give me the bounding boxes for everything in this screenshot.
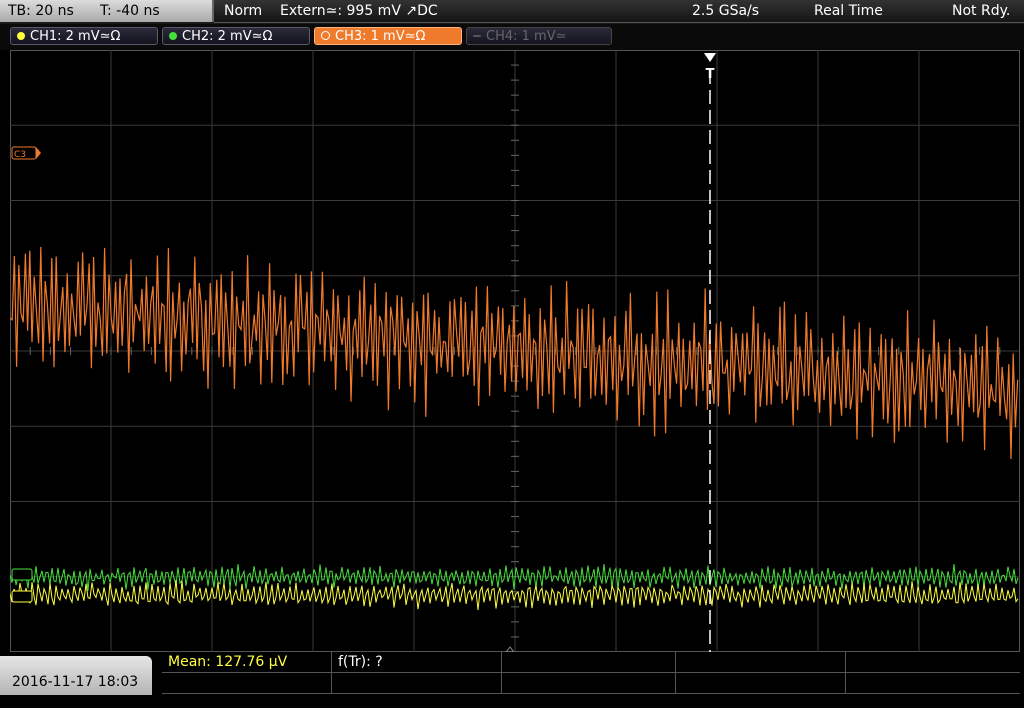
meas-cell-5[interactable] [846, 652, 1020, 673]
bottom-bar: 2016-11-17 18:03 Mean: 127.76 µV f(Tr): … [0, 652, 1024, 695]
waveform-svg: T C3 [10, 50, 1020, 652]
meas-cell-8[interactable] [502, 673, 676, 694]
acquisition-state: Not Rdy. [952, 3, 1011, 19]
datetime: 2016-11-17 18:03 [12, 674, 139, 690]
trigger-time-value[interactable]: T: -40 ns [100, 3, 160, 19]
tab-ch4[interactable]: CH4: 1 mV≃ [466, 27, 612, 45]
timebase-panel[interactable]: TB: 20 ns T: -40 ns [0, 0, 214, 22]
ch3-trace [10, 246, 1019, 460]
trigger-marker-label: T [706, 67, 715, 82]
measurement-mean: Mean: 127.76 µV [168, 654, 288, 670]
tab-ch2[interactable]: CH2: 2 mV≃Ω [162, 27, 310, 45]
ch1-indicator-icon [17, 32, 25, 40]
meas-cell-3[interactable] [502, 652, 676, 673]
ch2-trace [10, 563, 1019, 591]
ch2-indicator-icon [169, 32, 177, 40]
meas-cell-9[interactable] [676, 673, 846, 694]
waveform-display[interactable]: T C3 [10, 50, 1020, 652]
ch4-label: CH4: 1 mV≃ [486, 29, 567, 44]
acquisition-mode: Real Time [814, 3, 883, 19]
status-bar: TB: 20 ns T: -40 ns Norm Extern≃: 995 mV… [0, 0, 1024, 24]
meas-cell-7[interactable] [332, 673, 502, 694]
meas-cell-6[interactable] [162, 673, 332, 694]
ch4-indicator-icon [473, 35, 481, 37]
timebase-value[interactable]: TB: 20 ns [8, 3, 74, 19]
tab-ch1[interactable]: CH1: 2 mV≃Ω [10, 27, 158, 45]
datetime-panel[interactable]: 2016-11-17 18:03 [0, 656, 152, 695]
ch1-label: CH1: 2 mV≃Ω [30, 29, 121, 44]
ch3-indicator-icon [321, 31, 330, 40]
meas-cell-10[interactable] [846, 673, 1020, 694]
trigger-mode[interactable]: Norm [224, 3, 262, 19]
ch3-label: CH3: 1 mV≃Ω [335, 29, 426, 44]
ch2-offset-marker[interactable] [11, 568, 33, 581]
tab-ch3[interactable]: CH3: 1 mV≃Ω [314, 27, 462, 45]
ch1-offset-marker[interactable] [11, 590, 33, 603]
meas-cell-4[interactable] [676, 652, 846, 673]
ch2-label: CH2: 2 mV≃Ω [182, 29, 273, 44]
measurement-table[interactable]: Mean: 127.76 µV f(Tr): ? [162, 652, 1020, 695]
acquisition-panel: Norm Extern≃: 995 mV ↗DC 2.5 GSa/s Real … [214, 0, 1024, 23]
ch3-marker-label: C3 [14, 150, 26, 160]
measurement-frequency: f(Tr): ? [338, 654, 383, 670]
sample-rate: 2.5 GSa/s [692, 3, 760, 19]
trigger-marker-icon[interactable]: T [704, 53, 716, 82]
ch3-offset-marker[interactable]: C3 [11, 146, 41, 160]
channel-tabs: CH1: 2 mV≃Ω CH2: 2 mV≃Ω CH3: 1 mV≃Ω CH4:… [0, 24, 1024, 50]
trigger-source[interactable]: Extern≃: 995 mV ↗DC [280, 3, 438, 19]
